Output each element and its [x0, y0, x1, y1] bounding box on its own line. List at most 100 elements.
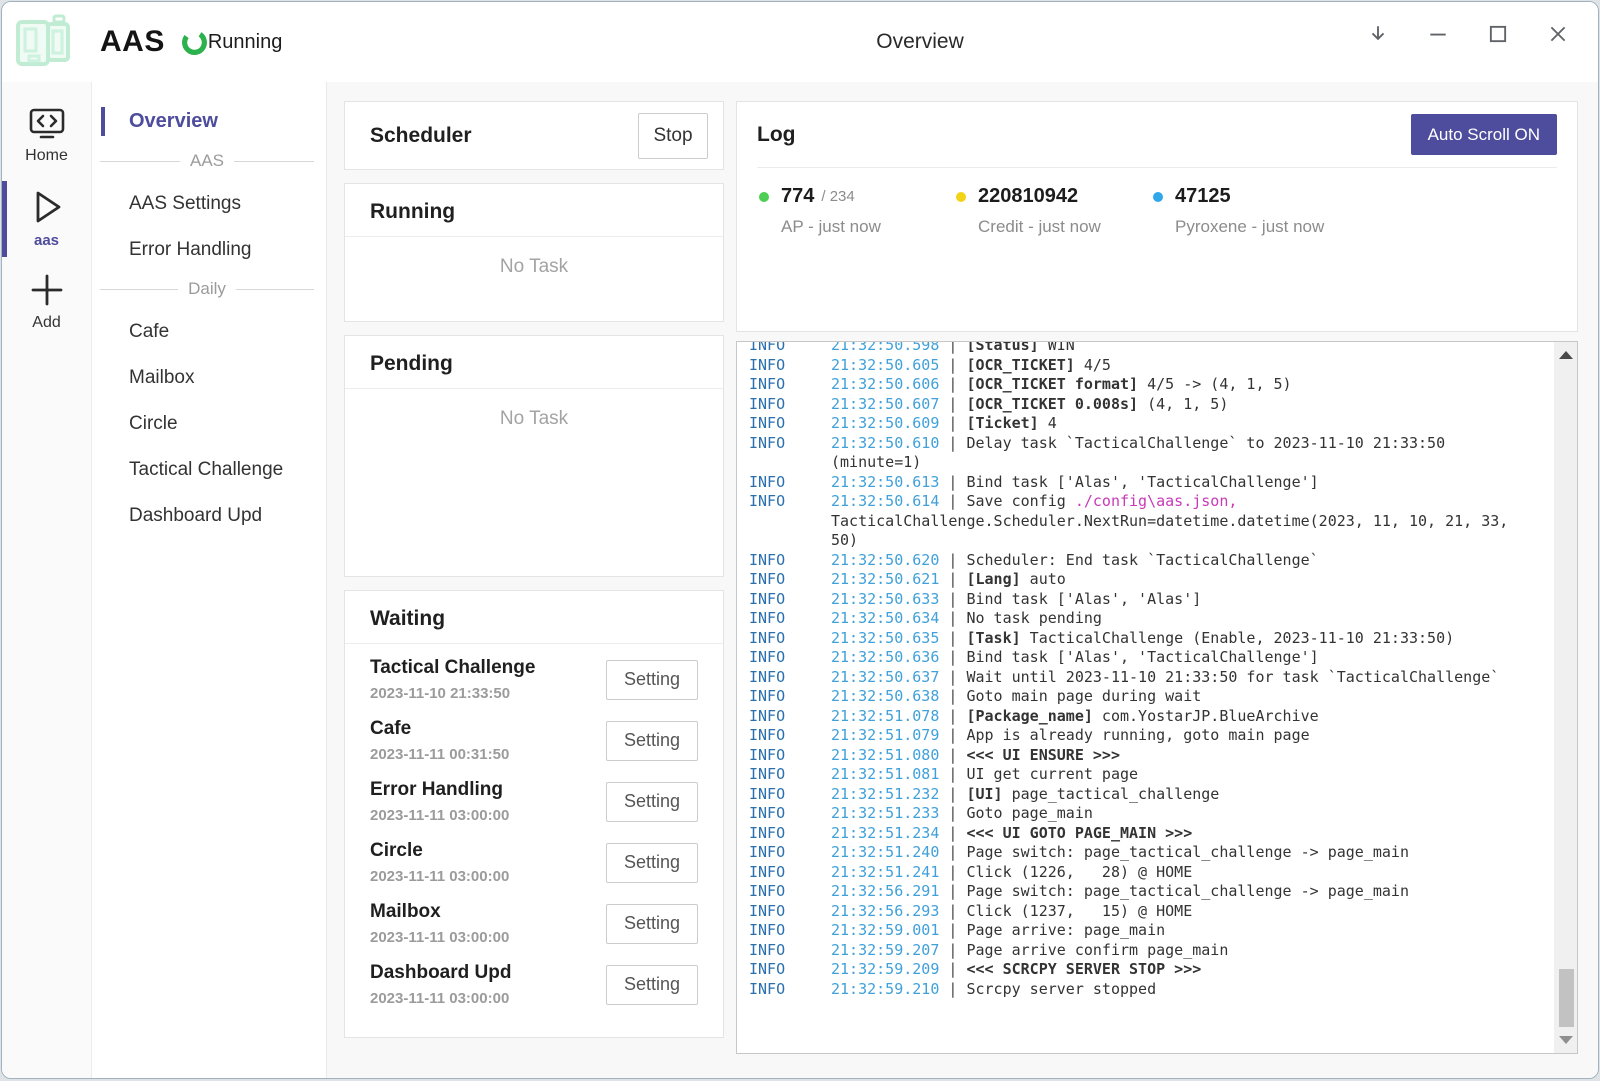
log-time: 21:32:51.079: [831, 726, 939, 744]
log-line: INFO21:32:51.232 | [UI] page_tactical_ch…: [749, 785, 1571, 805]
log-separator: |: [939, 804, 966, 822]
log-level: INFO: [749, 356, 831, 376]
nav-item-aas-settings[interactable]: AAS Settings: [92, 187, 326, 221]
log-line: INFO21:32:50.605 | [OCR_TICKET] 4/5: [749, 356, 1571, 376]
log-separator: |: [939, 414, 966, 432]
log-message: 21:32:50.609 | [Ticket] 4: [831, 414, 1510, 434]
setting-button[interactable]: Setting: [606, 904, 698, 944]
waiting-task-name: Dashboard Upd: [370, 962, 606, 984]
setting-button[interactable]: Setting: [606, 660, 698, 700]
log-level: INFO: [749, 341, 831, 356]
divider-line: [234, 161, 314, 162]
log-line: INFO21:32:51.079 | App is already runnin…: [749, 726, 1571, 746]
log-line: INFO21:32:59.210 | Scrcpy server stopped: [749, 980, 1571, 1000]
log-level: INFO: [749, 843, 831, 863]
log-message: 21:32:50.610 | Delay task `TacticalChall…: [831, 434, 1510, 473]
stop-button[interactable]: Stop: [638, 113, 708, 159]
setting-button[interactable]: Setting: [606, 782, 698, 822]
log-time: 21:32:50.637: [831, 668, 939, 686]
nav-item-dashboard-upd[interactable]: Dashboard Upd: [92, 499, 326, 533]
minimize-icon[interactable]: [1424, 18, 1452, 50]
log-time: 21:32:50.635: [831, 629, 939, 647]
setting-button[interactable]: Setting: [606, 843, 698, 883]
rail-item-aas[interactable]: aas: [2, 177, 91, 261]
download-icon[interactable]: [1364, 18, 1392, 50]
log-time: 21:32:51.078: [831, 707, 939, 725]
log-separator: |: [939, 629, 966, 647]
log-message: 21:32:50.606 | [OCR_TICKET format] 4/5 -…: [831, 375, 1510, 395]
log-line: INFO21:32:50.633 | Bind task ['Alas', 'A…: [749, 590, 1571, 610]
log-text-segment: Goto main page during wait: [966, 687, 1201, 705]
log-time: 21:32:50.607: [831, 395, 939, 413]
rail-item-add[interactable]: Add: [2, 261, 91, 344]
maximize-icon[interactable]: [1484, 18, 1512, 50]
nav-item-tactical-challenge[interactable]: Tactical Challenge: [92, 453, 326, 487]
scroll-up-arrow-icon[interactable]: [1554, 351, 1577, 359]
log-text-segment: Bind task ['Alas', 'TacticalChallenge']: [966, 648, 1318, 666]
main-content: Scheduler Stop Running No Task Pending N…: [327, 82, 1598, 1079]
log-line: INFO21:32:50.613 | Bind task ['Alas', 'T…: [749, 473, 1571, 493]
log-text-segment: Page switch: page_tactical_challenge -> …: [966, 843, 1409, 861]
log-text-segment: 4/5: [1075, 356, 1111, 374]
log-message: 21:32:51.080 | <<< UI ENSURE >>>: [831, 746, 1510, 766]
log-separator: |: [939, 941, 966, 959]
log-line: INFO21:32:50.634 | No task pending: [749, 609, 1571, 629]
window-controls: [1364, 18, 1572, 50]
log-separator: |: [939, 746, 966, 764]
stat-pyroxene: 47125Pyroxene - just now: [1153, 185, 1350, 237]
play-icon: [26, 187, 68, 227]
log-message: 21:32:50.607 | [OCR_TICKET 0.008s] (4, 1…: [831, 395, 1510, 415]
pending-title: Pending: [370, 352, 453, 375]
waiting-task-time: 2023-11-11 03:00:00: [370, 868, 606, 885]
scrollbar-thumb[interactable]: [1559, 969, 1574, 1027]
rail-item-home[interactable]: Home: [2, 96, 91, 177]
log-scrollbar[interactable]: [1554, 342, 1577, 1053]
nav-item-cafe[interactable]: Cafe: [92, 315, 326, 349]
log-separator: |: [939, 609, 966, 627]
setting-button[interactable]: Setting: [606, 965, 698, 1005]
app-body: Home aas Add OverviewAASAAS SettingsErro…: [2, 82, 1598, 1079]
scroll-down-arrow-icon[interactable]: [1554, 1036, 1577, 1044]
nav-item-overview[interactable]: Overview: [92, 104, 326, 139]
nav-item-circle[interactable]: Circle: [92, 407, 326, 441]
log-level: INFO: [749, 395, 831, 415]
log-message: 21:32:56.293 | Click (1237, 15) @ HOME: [831, 902, 1510, 922]
log-title: Log: [757, 123, 795, 147]
log-line: INFO21:32:50.598 | [Status] WIN: [749, 341, 1571, 356]
log-message: 21:32:50.637 | Wait until 2023-11-10 21:…: [831, 668, 1510, 688]
log-time: 21:32:59.001: [831, 921, 939, 939]
waiting-item-info: Mailbox2023-11-11 03:00:00: [370, 901, 606, 946]
log-text-segment: [Ticket]: [966, 414, 1038, 432]
log-text-segment: App is already running, goto main page: [966, 726, 1309, 744]
log-line: INFO21:32:56.291 | Page switch: page_tac…: [749, 882, 1571, 902]
page-title: Overview: [876, 30, 964, 54]
running-card: Running No Task: [344, 183, 724, 322]
log-message: 21:32:50.598 | [Status] WIN: [831, 341, 1510, 356]
log-line: INFO21:32:50.637 | Wait until 2023-11-10…: [749, 668, 1571, 688]
auto-scroll-toggle[interactable]: Auto Scroll ON: [1411, 114, 1557, 155]
log-text-segment: Page switch: page_tactical_challenge -> …: [966, 882, 1409, 900]
log-separator: |: [939, 590, 966, 608]
log-time: 21:32:50.605: [831, 356, 939, 374]
nav-item-error-handling[interactable]: Error Handling: [92, 233, 326, 267]
stat-value: 774: [781, 185, 814, 208]
log-text-segment: Page arrive confirm page_main: [966, 941, 1228, 959]
log-text-segment: TacticalChallenge (Enable, 2023-11-10 21…: [1021, 629, 1454, 647]
setting-button[interactable]: Setting: [606, 721, 698, 761]
log-card-header: Log Auto Scroll ON: [757, 102, 1557, 168]
log-line: INFO21:32:59.207 | Page arrive confirm p…: [749, 941, 1571, 961]
nav-item-mailbox[interactable]: Mailbox: [92, 361, 326, 395]
log-line: INFO21:32:59.001 | Page arrive: page_mai…: [749, 921, 1571, 941]
active-indicator-bar: [2, 181, 7, 257]
log-separator: |: [939, 785, 966, 803]
log-time: 21:32:50.613: [831, 473, 939, 491]
close-icon[interactable]: [1544, 18, 1572, 50]
log-message: 21:32:50.634 | No task pending: [831, 609, 1510, 629]
log-text-segment: Scheduler: End task `TacticalChallenge`: [966, 551, 1318, 569]
log-text-segment: Wait until 2023-11-10 21:33:50 for task …: [966, 668, 1499, 686]
task-column: Scheduler Stop Running No Task Pending N…: [344, 101, 724, 1079]
log-text-segment: com.YostarJP.BlueArchive: [1093, 707, 1319, 725]
log-time: 21:32:50.614: [831, 492, 939, 510]
log-level: INFO: [749, 551, 831, 571]
log-text-segment: <<< SCRCPY SERVER STOP >>>: [966, 960, 1201, 978]
